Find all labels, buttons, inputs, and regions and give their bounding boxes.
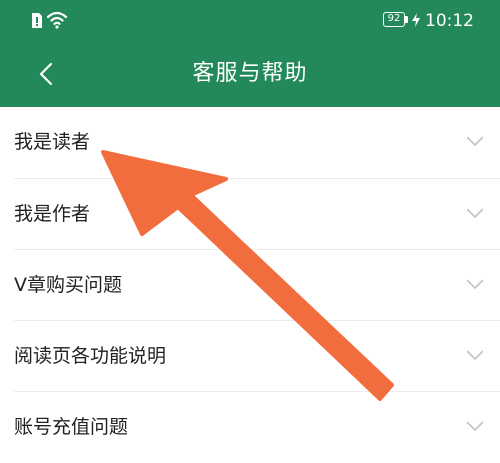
chevron-down-icon (466, 350, 484, 360)
wifi-icon (46, 11, 68, 29)
menu-item-label: 账号充值问题 (14, 416, 129, 438)
menu-item-label: 我是读者 (14, 131, 91, 153)
sim-icon (32, 13, 42, 28)
nav-bar: 客服与帮助 (0, 44, 500, 104)
menu-item-label: 我是作者 (14, 203, 91, 225)
battery-indicator: 92 (383, 12, 409, 27)
menu-item-reading-page-features[interactable]: 阅读页各功能说明 (0, 321, 500, 392)
app-header: 92 10:12 客服与帮助 (0, 0, 500, 107)
status-bar: 92 10:12 (0, 0, 500, 40)
page-title: 客服与帮助 (192, 61, 308, 86)
menu-item-v-chapter-purchase[interactable]: V章购买问题 (0, 250, 500, 321)
charging-icon (412, 13, 420, 27)
menu-item-reader[interactable]: 我是读者 (0, 107, 500, 178)
menu-item-author[interactable]: 我是作者 (0, 179, 500, 250)
chevron-down-icon (466, 279, 484, 289)
status-time: 10:12 (425, 11, 474, 31)
chevron-down-icon (466, 136, 484, 146)
menu-item-account-recharge[interactable]: 账号充值问题 (0, 392, 500, 463)
chevron-down-icon (466, 421, 484, 431)
chevron-down-icon (466, 208, 484, 218)
battery-level: 92 (383, 12, 405, 27)
menu-item-label: V章购买问题 (14, 274, 122, 296)
menu-item-label: 阅读页各功能说明 (14, 345, 167, 367)
